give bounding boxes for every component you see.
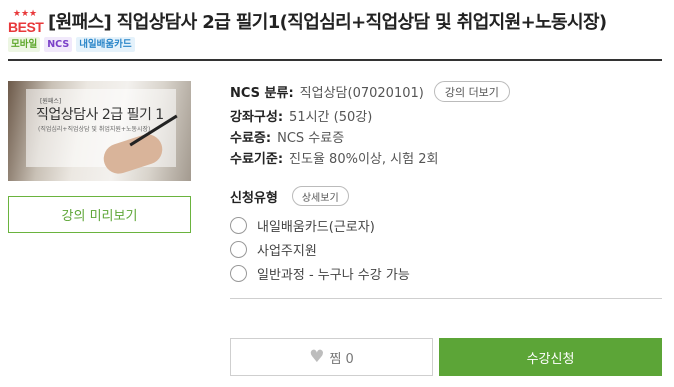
- certificate-value: NCS 수료증: [277, 131, 345, 146]
- criteria-key: 수료기준:: [230, 152, 284, 167]
- tag-card: 내일배움카드: [76, 37, 135, 52]
- course-thumbnail: [원패스] 직업상담사 2급 필기 1 (직업심리+직업상담 및 취업지원+노동…: [8, 81, 191, 181]
- best-label: BEST: [8, 19, 44, 35]
- composition-key: 강좌구성:: [230, 110, 284, 125]
- ncs-key: NCS 분류:: [230, 86, 294, 101]
- apply-detail-button[interactable]: 상세보기: [291, 186, 349, 206]
- apply-option-employer[interactable]: 사업주지원: [230, 240, 317, 259]
- apply-type-label: 신청유형: [230, 190, 278, 206]
- apply-option-general[interactable]: 일반과정 - 누구나 수강 가능: [230, 264, 410, 283]
- composition-row: 강좌구성: 51시간 (50강): [230, 106, 372, 125]
- criteria-row: 수료기준: 진도율 80%이상, 시험 2회: [230, 148, 438, 167]
- best-badge: ★★★ BEST: [8, 9, 44, 36]
- tag-ncs: NCS: [44, 37, 73, 52]
- certificate-key: 수료증:: [230, 131, 272, 146]
- enroll-button[interactable]: 수강신청: [439, 338, 662, 376]
- thumbnail-subtitle: (직업심리+직업상담 및 취업지원+노동시장): [38, 126, 151, 133]
- preview-button[interactable]: 강의 미리보기: [8, 196, 191, 233]
- radio-button[interactable]: [230, 217, 247, 234]
- more-lectures-button[interactable]: 강의 더보기: [433, 81, 510, 102]
- wishlist-label: 찜 0: [329, 351, 354, 367]
- tag-mobile: 모바일: [8, 37, 41, 52]
- ncs-row: NCS 분류: 직업상담(07020101) 강의 더보기: [230, 81, 510, 102]
- apply-option-label: 일반과정 - 누구나 수강 가능: [257, 268, 410, 283]
- apply-option-card[interactable]: 내일배움카드(근로자): [230, 216, 375, 235]
- course-title: [원패스] 직업상담사 2급 필기1(직업심리+직업상담 및 취업지원+노동시장…: [48, 12, 607, 33]
- composition-value: 51시간 (50강): [289, 110, 373, 125]
- criteria-value: 진도율 80%이상, 시험 2회: [289, 152, 439, 167]
- star-icons: ★★★: [12, 9, 38, 19]
- tag-list: 모바일 NCS 내일배움카드: [8, 37, 135, 52]
- apply-type-row: 신청유형 상세보기: [230, 186, 349, 206]
- options-divider: [230, 298, 662, 299]
- certificate-row: 수료증: NCS 수료증: [230, 127, 344, 146]
- wishlist-button[interactable]: ♥ 찜 0: [230, 338, 433, 376]
- radio-button[interactable]: [230, 241, 247, 258]
- apply-option-label: 사업주지원: [257, 244, 317, 259]
- ncs-value: 직업상담(07020101): [299, 86, 424, 101]
- apply-option-label: 내일배움카드(근로자): [257, 220, 375, 235]
- radio-button[interactable]: [230, 265, 247, 282]
- title-divider: [8, 59, 662, 61]
- heart-icon: ♥: [309, 346, 325, 367]
- thumbnail-title: 직업상담사 2급 필기 1: [36, 107, 164, 123]
